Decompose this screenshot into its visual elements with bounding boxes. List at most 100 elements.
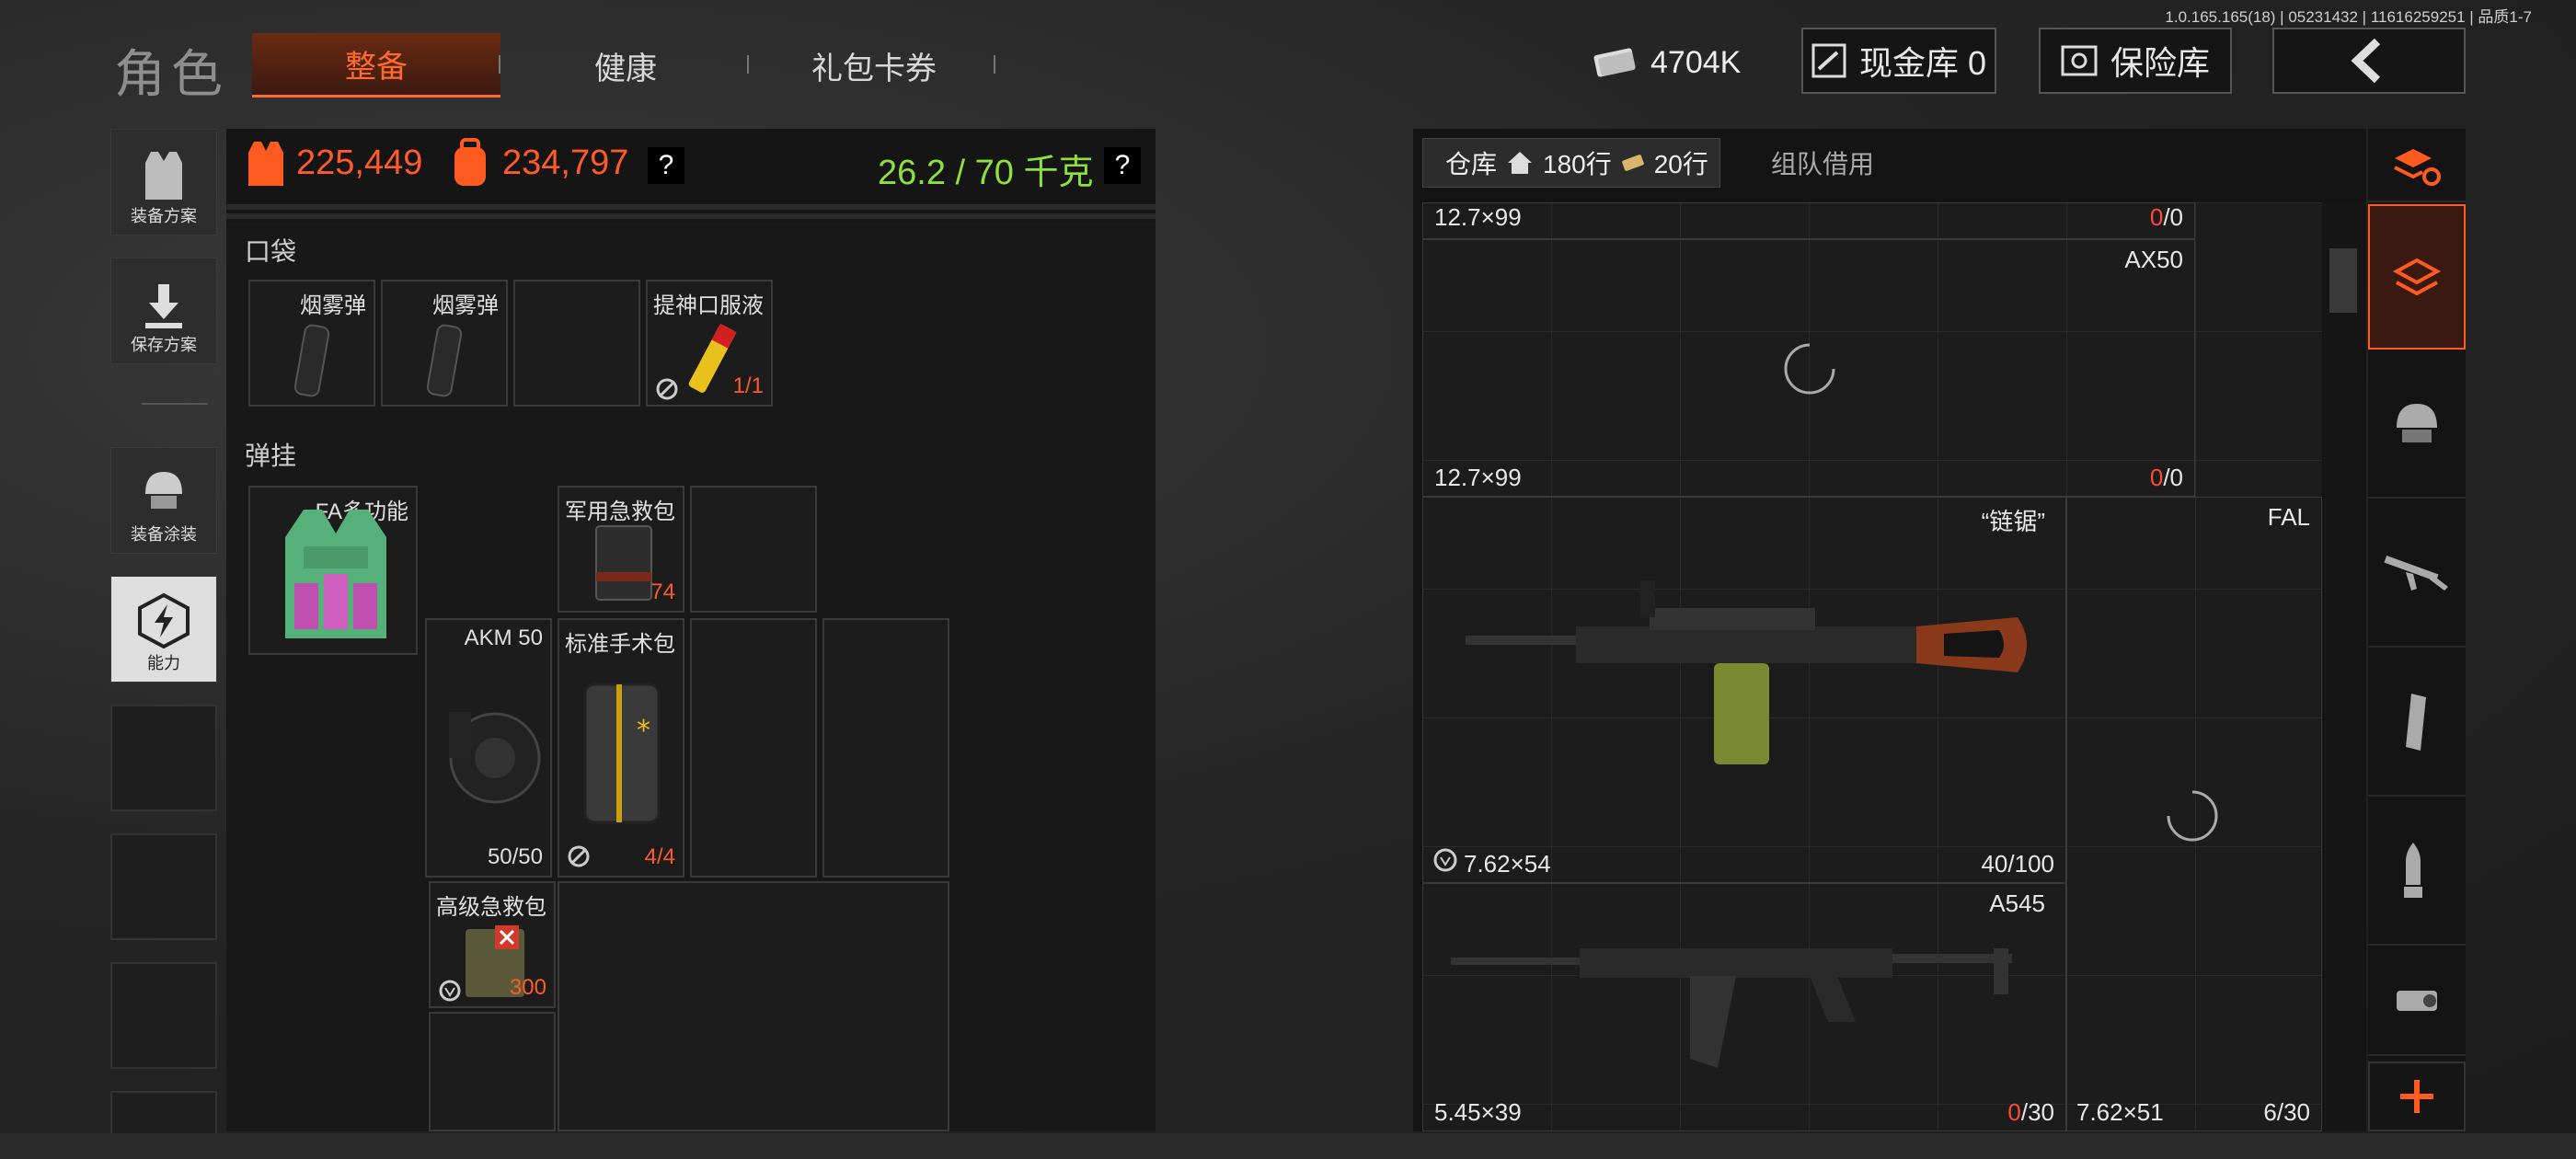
rig-slot[interactable]: 高级急救包 300: [429, 881, 556, 1008]
filter-all[interactable]: [2368, 204, 2466, 350]
scrollbar-thumb[interactable]: [2329, 248, 2357, 313]
empty-slot: [110, 705, 217, 811]
rig-slot[interactable]: AKM 50 50/50: [425, 618, 552, 878]
sort-button[interactable]: [2368, 129, 2466, 202]
plus-icon: [2400, 1080, 2433, 1113]
sidebar-item-label: 装备方案: [131, 207, 197, 225]
shield-icon: [439, 980, 461, 1002]
sidebar-item-loadout[interactable]: 装备方案: [110, 129, 217, 235]
item-caliber: 7.62×51: [2076, 1098, 2164, 1126]
cash-vault-label: 现金库 0: [1858, 44, 1987, 82]
sidebar-divider: [142, 403, 208, 405]
warehouse-item[interactable]: AX50 12.7×99 0/0: [1422, 239, 2195, 497]
total-value: 234,797: [502, 143, 629, 182]
tab-team-borrow[interactable]: 组队借用: [1720, 138, 1925, 188]
pocket-slot[interactable]: 提神口服液 1/1: [646, 280, 773, 407]
item-caliber: 5.45×39: [1434, 1098, 1522, 1126]
filter-attachments[interactable]: [2368, 947, 2466, 1056]
safe-button[interactable]: 保险库: [2039, 28, 2232, 94]
helmet-icon: [2397, 404, 2437, 442]
vest-value-icon: [248, 142, 283, 186]
item-count: 0/0: [2149, 464, 2183, 491]
tab-gift-cards[interactable]: 礼包卡券: [764, 33, 984, 98]
add-filter-button[interactable]: [2368, 1061, 2466, 1131]
item-name: 标准手术包: [565, 632, 675, 657]
item-name: AKM 50: [464, 625, 543, 650]
rig-slot[interactable]: 军用急救包 74: [558, 486, 684, 613]
item-name: 烟雾弹: [432, 293, 499, 318]
currency-display: 4704K: [1592, 37, 1757, 88]
warehouse-item[interactable]: A545 5.45×39 0/30: [1422, 883, 2066, 1131]
item-name: A545: [1989, 889, 2045, 917]
no-use-icon: [568, 845, 590, 867]
scrollbar-track[interactable]: [2324, 204, 2363, 1131]
filter-armor[interactable]: [2368, 351, 2466, 499]
safe-label: 保险库: [2110, 44, 2210, 82]
shield-icon: [1433, 848, 1457, 872]
loading-spinner-icon: [2167, 790, 2218, 842]
pockets-label: 口袋: [245, 237, 297, 266]
magazine-icon: [2406, 694, 2426, 751]
tab-warehouse[interactable]: 仓库 180行 20行: [1422, 138, 1720, 188]
sidebar-item-save[interactable]: 保存方案: [110, 258, 217, 364]
item-caliber: 12.7×99: [1434, 203, 1522, 231]
item-count: 0/30: [2007, 1098, 2054, 1126]
tab-equip[interactable]: 整备: [252, 33, 500, 98]
warehouse-item[interactable]: 12.7×99 0/0: [1422, 202, 2195, 239]
ticket-icon: [1621, 155, 1644, 171]
svg-text:*: *: [637, 715, 650, 747]
tab-separator: [994, 55, 995, 74]
vest-item-icon: [285, 510, 386, 638]
helmet-icon: [145, 472, 182, 509]
item-name: 高级急救包: [436, 895, 546, 920]
empty-slot: [110, 962, 217, 1069]
cash-vault-button[interactable]: 现金库 0: [1801, 28, 1996, 94]
version-info: 1.0.165.165(18) | 05231432 | 11616259251…: [2165, 8, 2532, 26]
weight-display: 26.2 / 70 千克: [878, 154, 1094, 192]
filter-magazines[interactable]: [2368, 649, 2466, 797]
rig-vest-slot[interactable]: FA多功能: [248, 486, 418, 655]
back-button[interactable]: [2272, 28, 2466, 94]
pocket-slot[interactable]: 烟雾弹: [248, 280, 375, 407]
tab-separator: [747, 55, 749, 74]
pocket-slot-empty[interactable]: [513, 280, 640, 407]
currency-value: 4704K: [1650, 44, 1742, 80]
sidebar-item-skin[interactable]: 装备涂装: [110, 447, 217, 554]
lightning-icon: [138, 592, 190, 649]
empty-slot: [110, 833, 217, 940]
item-count: 6/30: [2263, 1098, 2310, 1126]
help-button[interactable]: ?: [648, 147, 684, 184]
stack-refresh-icon: [2394, 149, 2441, 186]
vest-icon: [145, 152, 182, 200]
rig-slot-empty[interactable]: [558, 881, 949, 1131]
no-use-icon: [656, 378, 678, 400]
page-title: 角色: [114, 45, 228, 103]
sidebar-item-label: 能力: [147, 654, 180, 672]
rig-slot-empty[interactable]: [429, 1012, 556, 1131]
pocket-slot[interactable]: 烟雾弹: [381, 280, 508, 407]
download-icon: [145, 284, 182, 328]
warehouse-item[interactable]: FAL 7.62×51 6/30: [2066, 497, 2322, 1131]
smoke-grenade-icon: [426, 324, 463, 397]
filter-weapons[interactable]: [2368, 500, 2466, 648]
bottom-bar: [0, 1133, 2576, 1159]
equipment-value: 225,449: [296, 143, 423, 182]
rig-slot-empty[interactable]: [690, 486, 817, 613]
item-count: 1/1: [732, 373, 764, 398]
backpack-value-icon: [454, 138, 486, 186]
sidebar-item-label: 装备涂装: [131, 525, 197, 544]
filter-ammo[interactable]: [2368, 798, 2466, 946]
tab-health[interactable]: 健康: [515, 33, 736, 98]
ammo-icon: [2404, 843, 2422, 898]
first-aid-kit-icon: [595, 525, 652, 601]
warehouse-item[interactable]: “链锯” 7.62×54 40/100: [1422, 497, 2066, 883]
rig-slot-empty[interactable]: [822, 618, 949, 878]
rig-slot-empty[interactable]: [690, 618, 817, 878]
machine-gun-icon: [1466, 580, 2027, 764]
rig-slot[interactable]: 标准手术包 * 4/4: [558, 618, 684, 878]
sidebar-item-ability[interactable]: 能力: [110, 576, 217, 683]
back-arrow-icon: [2351, 38, 2381, 84]
weight-help-button[interactable]: ?: [1104, 147, 1141, 184]
loading-spinner-icon: [1784, 343, 1835, 395]
item-count: 40/100: [1981, 850, 2054, 878]
